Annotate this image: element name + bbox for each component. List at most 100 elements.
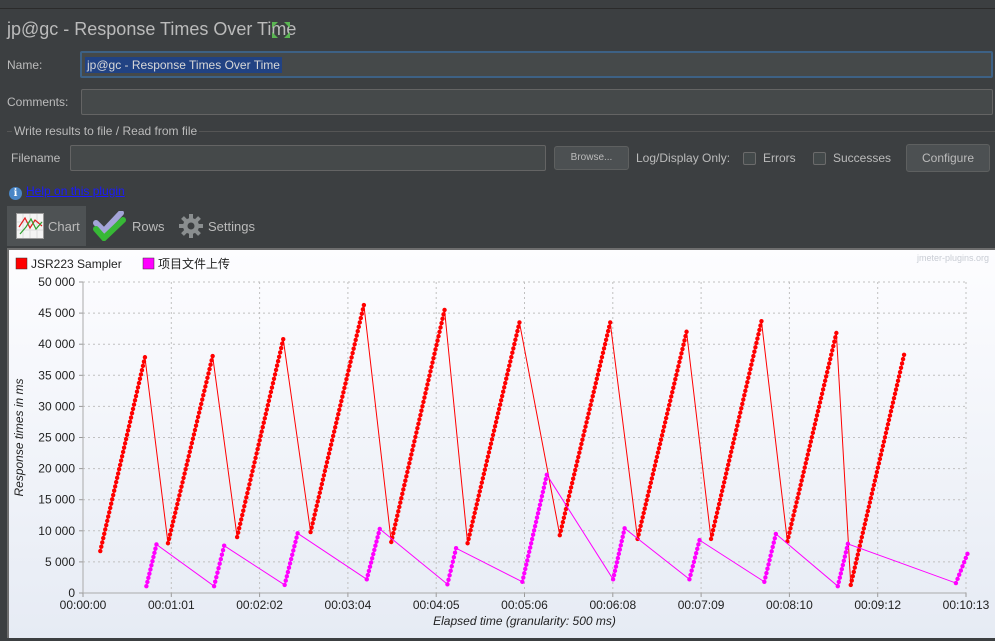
data-point bbox=[503, 380, 508, 386]
data-point bbox=[348, 359, 353, 364]
data-point bbox=[688, 572, 693, 578]
data-point bbox=[741, 397, 746, 402]
data-point bbox=[429, 364, 434, 370]
data-point bbox=[312, 512, 317, 517]
data-point bbox=[764, 570, 769, 576]
data-point bbox=[428, 369, 433, 374]
comments-input[interactable] bbox=[81, 89, 993, 115]
data-point bbox=[670, 389, 675, 395]
data-point bbox=[821, 382, 827, 388]
data-point bbox=[961, 559, 967, 565]
data-point bbox=[255, 446, 260, 452]
data-point bbox=[730, 445, 735, 450]
data-point bbox=[399, 496, 404, 501]
data-point bbox=[668, 398, 673, 404]
data-point bbox=[791, 513, 796, 518]
data-point bbox=[273, 367, 279, 373]
data-point bbox=[202, 388, 207, 394]
gear-icon bbox=[179, 214, 203, 238]
data-point bbox=[469, 523, 474, 529]
data-point bbox=[667, 402, 672, 408]
data-point bbox=[862, 521, 868, 527]
data-point bbox=[765, 566, 770, 571]
data-point bbox=[850, 574, 855, 579]
tab-rows[interactable]: Rows bbox=[93, 206, 165, 246]
y-tick-label: 10 000 bbox=[38, 524, 75, 538]
data-point bbox=[520, 579, 525, 585]
data-point bbox=[487, 445, 493, 451]
data-point bbox=[434, 342, 439, 348]
data-point bbox=[351, 346, 356, 351]
name-input[interactable]: jp@gc - Response Times Over Time bbox=[80, 51, 993, 78]
data-point bbox=[724, 467, 730, 472]
data-point bbox=[292, 543, 297, 549]
data-point bbox=[893, 387, 899, 392]
data-point bbox=[880, 443, 886, 449]
log-display-only-label: Log/Display Only: bbox=[636, 151, 731, 165]
successes-checkbox[interactable] bbox=[813, 152, 826, 165]
data-point bbox=[134, 389, 140, 394]
data-point bbox=[819, 391, 825, 396]
data-point bbox=[124, 432, 130, 437]
data-point bbox=[251, 464, 256, 469]
data-point bbox=[208, 362, 213, 367]
filename-label: Filename bbox=[11, 151, 61, 165]
write-results-group-title: Write results to file / Read from file bbox=[12, 124, 200, 138]
tab-settings-label: Settings bbox=[208, 218, 255, 234]
data-point bbox=[537, 502, 543, 507]
data-point bbox=[689, 568, 694, 573]
data-point bbox=[169, 523, 175, 529]
data-point bbox=[433, 347, 438, 352]
data-point bbox=[420, 404, 425, 409]
data-point bbox=[891, 395, 897, 401]
data-point bbox=[539, 494, 545, 499]
tab-chart[interactable]: Chart bbox=[7, 206, 86, 246]
data-point bbox=[739, 406, 744, 411]
data-point bbox=[410, 447, 415, 453]
data-point bbox=[440, 316, 445, 321]
filename-input[interactable] bbox=[70, 145, 546, 171]
browse-button[interactable]: Browse... bbox=[554, 146, 629, 170]
data-point bbox=[511, 346, 516, 351]
data-point bbox=[866, 504, 872, 509]
data-point bbox=[637, 528, 642, 533]
data-point bbox=[359, 311, 365, 316]
data-point bbox=[665, 407, 671, 412]
data-point bbox=[401, 487, 406, 492]
data-point bbox=[396, 509, 401, 514]
data-point bbox=[638, 523, 643, 529]
data-point bbox=[188, 445, 194, 450]
data-point bbox=[788, 526, 793, 531]
errors-checkbox[interactable] bbox=[743, 152, 756, 165]
data-point bbox=[740, 401, 745, 407]
data-point bbox=[808, 439, 814, 444]
data-point bbox=[509, 354, 514, 360]
data-point bbox=[516, 324, 521, 329]
data-point bbox=[209, 358, 214, 363]
data-point bbox=[257, 438, 262, 443]
data-point bbox=[542, 481, 548, 486]
data-point bbox=[618, 543, 623, 548]
data-point bbox=[882, 435, 888, 440]
data-point bbox=[792, 508, 797, 514]
data-point bbox=[889, 404, 895, 410]
data-point bbox=[658, 437, 664, 442]
data-point bbox=[749, 362, 754, 367]
data-point bbox=[174, 506, 179, 511]
data-point bbox=[109, 501, 114, 506]
data-point bbox=[172, 514, 177, 520]
data-point bbox=[250, 468, 255, 474]
configure-button[interactable]: Configure bbox=[906, 144, 990, 172]
help-link[interactable]: Help on this plugin bbox=[26, 184, 125, 198]
data-point bbox=[653, 459, 659, 464]
data-point bbox=[152, 550, 157, 556]
data-point bbox=[526, 553, 531, 559]
tab-settings[interactable]: Settings bbox=[179, 206, 255, 246]
data-point bbox=[492, 424, 498, 429]
data-point bbox=[854, 556, 859, 562]
data-point bbox=[100, 540, 105, 545]
data-point bbox=[409, 452, 414, 457]
data-point bbox=[408, 456, 413, 462]
data-point bbox=[441, 312, 446, 317]
expand-icon[interactable] bbox=[272, 22, 290, 38]
